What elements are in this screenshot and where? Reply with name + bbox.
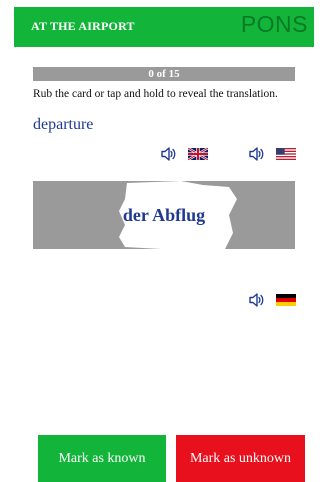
speaker-icon[interactable] [248,145,266,163]
mark-unknown-button[interactable]: Mark as unknown [176,435,305,482]
mark-known-button[interactable]: Mark as known [38,435,166,482]
audio-uk [160,145,208,163]
progress-label: 0 of 15 [148,68,180,80]
instruction-text: Rub the card or tap and hold to reveal t… [33,88,278,100]
source-word: departure [33,116,94,133]
flash-card[interactable]: der Abflug [33,181,295,249]
speaker-icon[interactable] [248,291,266,309]
lesson-title: AT THE AIRPORT [31,19,135,33]
us-flag-icon [276,148,296,160]
progress-bar: 0 of 15 [33,67,295,81]
app-header: AT THE AIRPORT PONS [14,7,314,47]
audio-de [248,291,296,309]
uk-flag-icon [188,148,208,160]
german-flag-icon [276,294,296,306]
speaker-icon[interactable] [160,145,178,163]
audio-us [248,145,296,163]
translation-text: der Abflug [122,204,206,225]
pons-logo: PONS [240,11,308,37]
